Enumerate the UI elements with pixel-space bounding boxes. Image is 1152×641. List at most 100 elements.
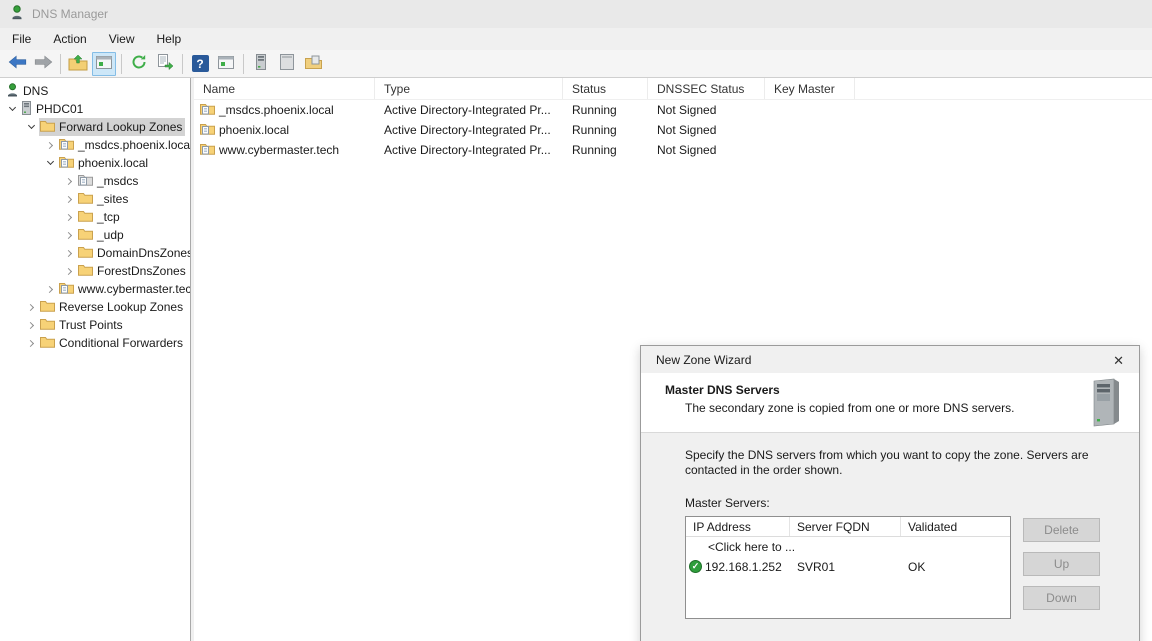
- tree-item-forestdnszones[interactable]: ForestDnsZones: [0, 262, 190, 280]
- tree-item-www-cybermaster-tech[interactable]: www.cybermaster.tech: [0, 280, 190, 298]
- tree-item-conditional-forwarders[interactable]: Conditional Forwarders: [0, 334, 190, 352]
- tree-item-label: DomainDnsZones: [97, 246, 191, 260]
- help-button[interactable]: ?: [188, 52, 212, 76]
- tree-item-msdcs[interactable]: _msdcs: [0, 172, 190, 190]
- window-title: DNS Manager: [32, 7, 108, 21]
- toolbar-separator: [243, 54, 244, 74]
- chevron-down-icon[interactable]: [5, 105, 20, 113]
- column-header-server-fqdn[interactable]: Server FQDN: [790, 517, 901, 536]
- chevron-right-icon[interactable]: [24, 341, 39, 346]
- folder-icon: [40, 335, 55, 351]
- back-icon: [8, 55, 27, 72]
- tree-item-trust-points[interactable]: Trust Points: [0, 316, 190, 334]
- folder-icon: [78, 245, 93, 261]
- title-bar: DNS Manager: [0, 0, 1152, 28]
- tree-item-phdc01[interactable]: PHDC01: [0, 100, 190, 118]
- delete-button[interactable]: Delete: [1023, 518, 1100, 542]
- menu-view[interactable]: View: [98, 29, 146, 49]
- server-tool-button[interactable]: [249, 52, 273, 76]
- column-header-status[interactable]: Status: [563, 78, 648, 99]
- column-header-name[interactable]: Name: [194, 78, 375, 99]
- zone-folder-icon: [59, 137, 74, 153]
- tree-item-phoenix-local[interactable]: phoenix.local: [0, 154, 190, 172]
- dns-root-icon: [6, 83, 19, 100]
- chevron-right-icon[interactable]: [62, 179, 77, 184]
- folder-icon: [40, 317, 55, 333]
- dialog-title: New Zone Wizard: [656, 353, 751, 367]
- tree-item-msdcs-phoenix-local[interactable]: _msdcs.phoenix.local: [0, 136, 190, 154]
- dialog-header: Master DNS Servers The secondary zone is…: [641, 373, 1139, 433]
- tree-item-label: _msdcs.phoenix.local: [78, 138, 191, 152]
- zone-type: Active Directory-Integrated Pr...: [375, 123, 563, 137]
- chevron-right-icon[interactable]: [62, 251, 77, 256]
- zone-row-phoenix-local[interactable]: phoenix.local Active Directory-Integrate…: [194, 120, 1152, 140]
- dns-manager-window: DNS Manager File Action View Help ?: [0, 0, 1152, 641]
- server-validated: OK: [901, 560, 1009, 574]
- refresh-button[interactable]: [127, 52, 151, 76]
- chevron-right-icon[interactable]: [43, 143, 58, 148]
- chevron-down-icon[interactable]: [43, 159, 58, 167]
- tree-item-label: Trust Points: [59, 318, 123, 332]
- tree-item-dns-root[interactable]: DNS: [0, 82, 190, 100]
- tree-item-forward-lookup-zones[interactable]: Forward Lookup Zones: [0, 118, 190, 136]
- folder-icon: [40, 119, 55, 135]
- chevron-right-icon[interactable]: [24, 323, 39, 328]
- tree-item-label: Forward Lookup Zones: [59, 120, 182, 134]
- tree-item-label: _msdcs: [97, 174, 138, 188]
- column-header-key-master[interactable]: Key Master: [765, 78, 855, 99]
- master-servers-table-header: IP Address Server FQDN Validated: [686, 517, 1010, 537]
- down-button[interactable]: Down: [1023, 586, 1100, 610]
- up-one-level-button[interactable]: [66, 52, 90, 76]
- column-header-ip-address[interactable]: IP Address: [686, 517, 790, 536]
- zone-folder-button[interactable]: [301, 52, 325, 76]
- console-window-button[interactable]: [275, 52, 299, 76]
- refresh-icon: [131, 54, 147, 73]
- tree-item-label: Reverse Lookup Zones: [59, 300, 183, 314]
- tree-item-label: PHDC01: [36, 102, 83, 116]
- tree-item-label: phoenix.local: [78, 156, 148, 170]
- tree-item-tcp[interactable]: _tcp: [0, 208, 190, 226]
- forward-button[interactable]: [31, 52, 55, 76]
- tree-item-reverse-lookup-zones[interactable]: Reverse Lookup Zones: [0, 298, 190, 316]
- server-fqdn: SVR01: [790, 560, 901, 574]
- tree-item-label: _tcp: [97, 210, 120, 224]
- master-servers-table: IP Address Server FQDN Validated <Click …: [685, 516, 1011, 619]
- properties-window-button[interactable]: [214, 52, 238, 76]
- master-server-row[interactable]: ✓192.168.1.252 SVR01 OK: [686, 557, 1010, 576]
- zone-type: Active Directory-Integrated Pr...: [375, 103, 563, 117]
- menu-file[interactable]: File: [1, 29, 42, 49]
- master-servers-label: Master Servers:: [685, 496, 1139, 510]
- tree-item-sites[interactable]: _sites: [0, 190, 190, 208]
- chevron-right-icon[interactable]: [24, 305, 39, 310]
- chevron-right-icon[interactable]: [43, 287, 58, 292]
- show-console-tree-button[interactable]: [92, 52, 116, 76]
- up-one-level-icon: [68, 54, 88, 74]
- chevron-right-icon[interactable]: [62, 233, 77, 238]
- add-server-placeholder-row[interactable]: <Click here to ...: [686, 540, 1010, 557]
- chevron-right-icon[interactable]: [62, 197, 77, 202]
- server-ip: 192.168.1.252: [705, 560, 782, 574]
- menu-action[interactable]: Action: [42, 29, 97, 49]
- back-button[interactable]: [5, 52, 29, 76]
- column-header-validated[interactable]: Validated: [901, 517, 1009, 536]
- chevron-down-icon[interactable]: [24, 123, 39, 131]
- menu-help[interactable]: Help: [146, 29, 193, 49]
- zone-status: Running: [563, 103, 648, 117]
- tree-item-udp[interactable]: _udp: [0, 226, 190, 244]
- zone-folder-icon: [305, 55, 322, 72]
- zone-row-msdcs-phoenix-local[interactable]: _msdcs.phoenix.local Active Directory-In…: [194, 100, 1152, 120]
- close-icon[interactable]: ✕: [1109, 352, 1128, 370]
- tree-item-label: www.cybermaster.tech: [78, 282, 191, 296]
- up-button[interactable]: Up: [1023, 552, 1100, 576]
- zone-dnssec-status: Not Signed: [648, 123, 765, 137]
- column-header-type[interactable]: Type: [375, 78, 563, 99]
- column-header-dnssec-status[interactable]: DNSSEC Status: [648, 78, 765, 99]
- chevron-right-icon[interactable]: [62, 269, 77, 274]
- tree-item-domaindnszones[interactable]: DomainDnsZones: [0, 244, 190, 262]
- new-zone-wizard-dialog: New Zone Wizard ✕ Master DNS Servers The…: [640, 345, 1140, 641]
- zone-folder-icon: [59, 155, 74, 171]
- chevron-right-icon[interactable]: [62, 215, 77, 220]
- zone-row-www-cybermaster-tech[interactable]: www.cybermaster.tech Active Directory-In…: [194, 140, 1152, 160]
- export-list-button[interactable]: [153, 52, 177, 76]
- toolbar-separator: [121, 54, 122, 74]
